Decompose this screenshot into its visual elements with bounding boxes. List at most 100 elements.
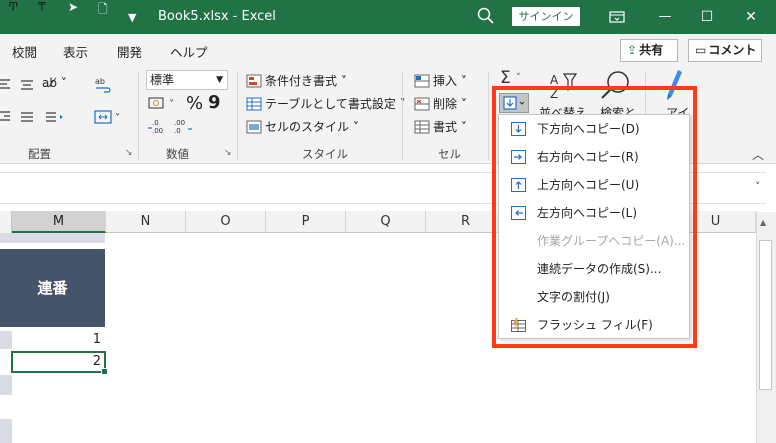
maximize-button[interactable]: ☐ bbox=[694, 4, 720, 30]
menu-item-fill-down[interactable]: 下方向へコピー(D) bbox=[499, 116, 689, 142]
cell-styles-button[interactable]: セルのスタイル ˅ bbox=[246, 118, 359, 135]
conditional-formatting-icon bbox=[246, 74, 262, 88]
row-band bbox=[0, 375, 12, 395]
scrollbar-thumb[interactable] bbox=[759, 240, 772, 390]
tab-view[interactable]: 表示 bbox=[63, 42, 88, 61]
comment-label: コメント bbox=[708, 43, 757, 57]
svg-text:.0: .0 bbox=[174, 127, 181, 134]
active-cell[interactable]: 2 bbox=[11, 351, 108, 375]
fill-up-icon bbox=[511, 178, 526, 192]
menu-item-fill-up[interactable]: 上方向へコピー(U) bbox=[499, 172, 689, 198]
row-band bbox=[0, 233, 105, 243]
format-painter-icon[interactable]: ₸ bbox=[38, 0, 46, 14]
menu-item-fill-left[interactable]: 左方向へコピー(L) bbox=[499, 200, 689, 226]
column-header-o[interactable]: O bbox=[186, 211, 266, 233]
column-header-n[interactable]: N bbox=[106, 211, 186, 233]
svg-text:A: A bbox=[550, 73, 559, 87]
find-select-icon[interactable] bbox=[598, 68, 634, 105]
delete-cells-label: 削除 ˅ bbox=[433, 97, 467, 111]
orientation-icon[interactable]: ab̸ ˅ bbox=[42, 76, 67, 90]
conditional-formatting-button[interactable]: 条件付き書式 ˅ bbox=[246, 72, 347, 89]
autosum-icon[interactable]: Σ ˅ bbox=[500, 68, 521, 88]
tab-developer[interactable]: 開発 bbox=[117, 42, 142, 61]
window-title: Book5.xlsx - Excel bbox=[158, 9, 276, 24]
menu-item-label: 下方向へコピー(D) bbox=[537, 122, 640, 136]
format-as-table-button[interactable]: テーブルとして書式設定 ˅ bbox=[246, 95, 406, 112]
format-cells-button[interactable]: 書式 ˅ bbox=[414, 118, 467, 135]
column-header-p[interactable]: P bbox=[266, 211, 346, 233]
select-cursor-icon[interactable]: ➤ bbox=[68, 0, 78, 14]
sort-filter-icon[interactable]: AZ bbox=[548, 70, 580, 103]
alignment-dialog-launcher-icon[interactable]: ↘ bbox=[125, 148, 133, 158]
share-button[interactable]: ⇪ 共有 bbox=[620, 39, 678, 62]
menu-item-label: フラッシュ フィル(F) bbox=[537, 318, 653, 332]
merge-center-icon[interactable]: ˅ bbox=[94, 110, 120, 127]
increase-decimal-icon[interactable]: .0.00 bbox=[148, 118, 170, 137]
column-header-m[interactable]: M bbox=[12, 211, 106, 233]
number-format-select[interactable]: 標準 ▼ bbox=[146, 70, 228, 90]
svg-text:Z: Z bbox=[550, 87, 558, 100]
scroll-up-icon[interactable]: ▲ bbox=[760, 218, 766, 227]
decrease-indent-icon[interactable] bbox=[0, 110, 12, 127]
menu-item-fill-right[interactable]: 右方向へコピー(R) bbox=[499, 144, 689, 170]
indent-right-icon[interactable] bbox=[46, 110, 70, 127]
row-band bbox=[0, 419, 12, 443]
row-band bbox=[0, 331, 12, 349]
menu-item-label: 作業グループへコピー(A)... bbox=[537, 234, 686, 248]
style-group-label: スタイル bbox=[302, 147, 348, 161]
serial-number-header-cell[interactable]: 連番 bbox=[0, 249, 105, 327]
decrease-decimal-icon[interactable]: .00.0 bbox=[172, 118, 194, 137]
share-label: 共有 bbox=[639, 43, 664, 57]
quick-access-toolbar: Ͳ ₸ ➤ 🗋 ▼ bbox=[0, 0, 150, 34]
wrap-text-icon[interactable]: ab bbox=[94, 76, 114, 97]
svg-text:.00: .00 bbox=[174, 119, 185, 127]
fill-right-icon bbox=[511, 150, 526, 164]
separator bbox=[488, 72, 489, 160]
ribbon-display-options-icon[interactable] bbox=[604, 4, 630, 30]
column-header-q[interactable]: Q bbox=[346, 211, 426, 233]
menu-item-justify[interactable]: 文字の割付(J) bbox=[499, 284, 689, 310]
menu-item-label: 左方向へコピー(L) bbox=[537, 206, 638, 220]
chevron-down-icon: ▼ bbox=[216, 75, 223, 85]
separator bbox=[402, 72, 403, 160]
format-cells-icon bbox=[414, 120, 430, 134]
search-icon[interactable] bbox=[476, 6, 496, 26]
expand-formula-bar-icon[interactable]: ˅ bbox=[755, 180, 761, 193]
separator bbox=[138, 72, 139, 160]
percent-style-button[interactable]: % bbox=[186, 93, 203, 114]
number-dialog-launcher-icon[interactable]: ↘ bbox=[224, 148, 232, 158]
column-header-r[interactable]: R bbox=[426, 211, 506, 233]
comma-style-button[interactable]: 9 bbox=[208, 92, 221, 113]
increase-indent-icon[interactable] bbox=[20, 110, 34, 127]
flash-fill-icon bbox=[511, 318, 526, 332]
svg-text:ab: ab bbox=[95, 77, 105, 86]
minimize-button[interactable]: — bbox=[652, 4, 678, 30]
comment-button[interactable]: ▭ コメント bbox=[688, 39, 762, 62]
cell-value[interactable]: 1 bbox=[12, 331, 105, 349]
tab-review[interactable]: 校閲 bbox=[12, 42, 37, 61]
align-left-icon[interactable] bbox=[0, 78, 12, 95]
pin-icon[interactable]: Ͳ bbox=[8, 0, 18, 14]
menu-item-fill-across-worksheets: 作業グループへコピー(A)... bbox=[499, 228, 689, 254]
signin-button[interactable]: サインイン bbox=[512, 7, 580, 26]
menu-item-series[interactable]: 連続データの作成(S)... bbox=[499, 256, 689, 282]
menu-item-label: 右方向へコピー(R) bbox=[537, 150, 639, 164]
row-header-strip bbox=[0, 211, 12, 233]
delete-cells-icon bbox=[414, 97, 430, 111]
new-document-icon[interactable]: 🗋 bbox=[98, 0, 108, 21]
cells-group-label: セル bbox=[438, 147, 461, 161]
separator bbox=[237, 72, 238, 160]
customize-qat-icon[interactable]: ▼ bbox=[128, 11, 136, 24]
menu-item-flash-fill[interactable]: フラッシュ フィル(F) bbox=[499, 312, 689, 338]
menu-item-label: 文字の割付(J) bbox=[537, 290, 610, 304]
align-center-icon[interactable] bbox=[20, 78, 34, 95]
close-button[interactable]: ✕ bbox=[738, 4, 764, 30]
tab-help[interactable]: ヘルプ bbox=[170, 42, 208, 61]
ideas-icon[interactable] bbox=[664, 68, 684, 105]
delete-cells-button[interactable]: 削除 ˅ bbox=[414, 95, 467, 112]
fill-button[interactable] bbox=[499, 93, 529, 113]
currency-format-icon[interactable]: ˅ bbox=[148, 96, 174, 113]
collapse-ribbon-icon[interactable]: ︿ bbox=[752, 146, 764, 163]
menu-item-label: 上方向へコピー(U) bbox=[537, 178, 640, 192]
insert-cells-button[interactable]: 挿入 ˅ bbox=[414, 72, 467, 89]
